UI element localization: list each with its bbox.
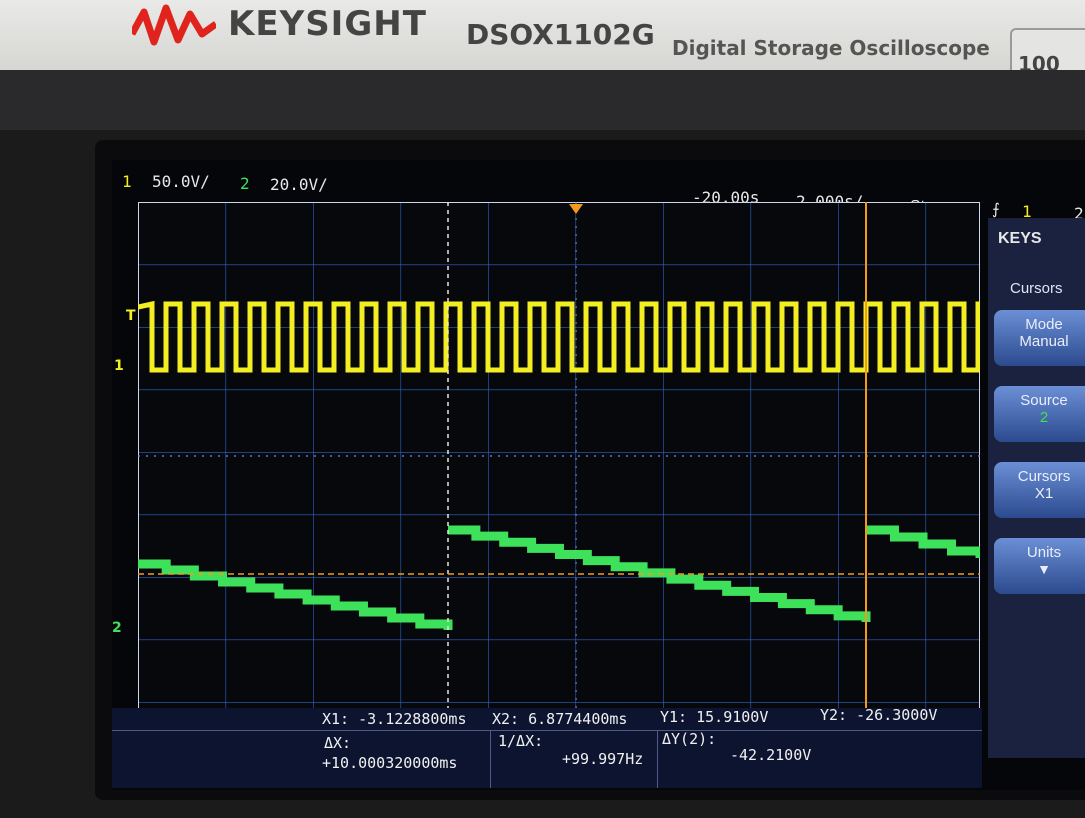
ch1-number[interactable]: 1: [122, 172, 132, 191]
softkey-cursors[interactable]: Cursors X1: [994, 462, 1085, 518]
readout-divider-1: [490, 730, 491, 788]
ch1-ground-marker[interactable]: 1: [114, 358, 124, 374]
units-label: Units: [1026, 544, 1062, 561]
model-name: DSOX1102G: [466, 18, 655, 51]
panel-logo: KEYS: [998, 230, 1042, 247]
softkey-mode[interactable]: Mode Manual: [994, 310, 1085, 366]
source-label: Source: [1020, 392, 1068, 409]
ch2-number[interactable]: 2: [240, 174, 250, 193]
cursor-readout: X1: -3.1228800ms X2: 6.8774400ms Y1: 15.…: [112, 706, 982, 788]
keysight-logo-icon: [132, 4, 216, 46]
waveform-display[interactable]: [138, 202, 980, 710]
ch2-scale[interactable]: 20.0V/: [270, 175, 328, 194]
bezel-lip: [0, 70, 1085, 130]
model-description: Digital Storage Oscilloscope: [672, 36, 990, 60]
readout-divider: [112, 730, 982, 731]
trigger-edge-icon: ⨍: [992, 200, 1000, 218]
readout-inv-dx-value: +99.997Hz: [562, 750, 644, 768]
readout-divider-2: [657, 730, 658, 788]
graticule-grid: [138, 202, 980, 710]
readout-dy-label: ΔY(2):: [662, 730, 717, 748]
mode-value: Manual: [1019, 333, 1069, 350]
cursors-menu-panel: KEYS Cursors Mode Manual Source 2 Cursor…: [988, 218, 1085, 758]
trigger-level-marker[interactable]: T: [126, 308, 136, 324]
readout-dy-value: -42.2100V: [730, 746, 812, 764]
readout-dx-value: +10.000320000ms: [322, 754, 458, 772]
ch1-scale[interactable]: 50.0V/: [152, 172, 210, 191]
oscilloscope-screen: 1 50.0V/ 2 20.0V/ -20.00s 2.000s/ Stop ⨍…: [112, 160, 1085, 790]
readout-dx-label: ΔX:: [324, 734, 352, 752]
panel-title: Cursors: [1010, 280, 1063, 297]
ch2-ground-marker[interactable]: 2: [112, 620, 122, 636]
readout-y2: Y2: -26.3000V: [820, 706, 938, 724]
softkey-source[interactable]: Source 2: [994, 386, 1085, 442]
brand-name: KEYSIGHT: [228, 4, 427, 44]
readout-x2: X2: 6.8774400ms: [492, 710, 628, 728]
status-bar: 1 50.0V/ 2 20.0V/ -20.00s 2.000s/ Stop ⨍…: [112, 160, 1085, 223]
chevron-down-icon: ▼: [1037, 561, 1051, 577]
source-value: 2: [1039, 409, 1049, 426]
softkey-units[interactable]: Units ▼: [994, 538, 1085, 594]
mode-label: Mode: [1025, 316, 1063, 333]
readout-inv-dx-label: 1/ΔX:: [498, 732, 544, 750]
cursors-label: Cursors: [1017, 468, 1071, 485]
readout-x1: X1: -3.1228800ms: [322, 710, 467, 728]
cursors-value: X1: [1034, 485, 1054, 502]
ch1-waveform: [138, 300, 980, 373]
readout-y1: Y1: 15.9100V: [660, 708, 769, 726]
